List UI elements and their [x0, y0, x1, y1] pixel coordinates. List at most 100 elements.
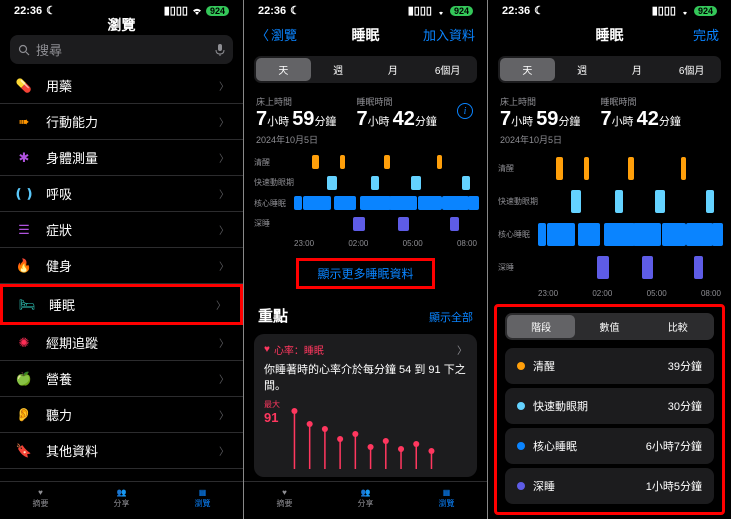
highlights-title: 重點 — [258, 305, 288, 326]
tab-summary[interactable]: ♥摘要 — [277, 488, 293, 509]
list-item-body[interactable]: ✱身體測量〉 — [0, 140, 243, 176]
tab-browse[interactable]: ▦瀏覽 — [195, 488, 211, 509]
stage-label-core: 核心睡眠 — [498, 229, 538, 240]
battery-badge: 924 — [206, 6, 229, 16]
tab-browse[interactable]: ▦瀏覽 — [439, 488, 455, 509]
ear-icon: 👂 — [14, 407, 34, 423]
pill-icon: 💊 — [14, 78, 34, 94]
status-bar: 22:36☾ ▮▯▯▯924 — [244, 0, 487, 19]
list-item-hearing[interactable]: 👂聽力〉 — [0, 397, 243, 433]
dot-icon — [517, 402, 525, 410]
time-range-segment[interactable]: 天 週 月 6個月 — [254, 56, 477, 83]
sleep-time-value: 7小時 42分鐘 — [600, 108, 680, 131]
segment-week[interactable]: 週 — [555, 58, 610, 81]
list-icon: ☰ — [14, 222, 34, 238]
page-title: 睡眠 — [596, 25, 624, 45]
metric-date: 2024年10月5日 — [256, 133, 336, 146]
chevron-right-icon: 〉 — [457, 342, 467, 357]
stage-row-awake[interactable]: 清醒39分鐘 — [505, 348, 714, 384]
tab-share[interactable]: 👥分享 — [358, 488, 374, 509]
info-icon[interactable]: i — [457, 103, 473, 119]
list-item-symptoms[interactable]: ☰症狀〉 — [0, 212, 243, 248]
chevron-right-icon: 〉 — [219, 114, 229, 129]
segment-month[interactable]: 月 — [610, 58, 665, 81]
tab-bar: ♥摘要 👥分享 ▦瀏覽 — [0, 481, 243, 519]
people-icon: 👥 — [361, 488, 371, 497]
stage-label-rem: 快速動眼期 — [254, 177, 294, 188]
chevron-right-icon: 〉 — [219, 150, 229, 165]
done-button[interactable]: 完成 — [693, 25, 719, 44]
stage-value: 39分鐘 — [668, 358, 702, 374]
sleep-time-label: 睡眠時間 — [600, 95, 680, 108]
category-list: 💊用藥〉 ➠行動能力〉 ✱身體測量〉 ❪❫呼吸〉 ☰症狀〉 🔥健身〉 🛏睡眠〉 … — [0, 68, 243, 481]
list-item-respiratory[interactable]: ❪❫呼吸〉 — [0, 176, 243, 212]
chevron-right-icon: 〉 — [219, 335, 229, 350]
search-placeholder: 搜尋 — [36, 40, 62, 59]
tab-summary[interactable]: ♥摘要 — [33, 488, 49, 509]
flame-icon: 🔥 — [14, 258, 34, 274]
list-item-nutrition[interactable]: 🍏營養〉 — [0, 361, 243, 397]
add-data-button[interactable]: 加入資料 — [423, 25, 475, 44]
show-all-link[interactable]: 顯示全部 — [429, 309, 473, 325]
segment-day[interactable]: 天 — [256, 58, 311, 81]
search-input[interactable]: 搜尋 — [10, 35, 233, 64]
signal-icon: ▮▯▯▯ — [408, 4, 432, 17]
segment-6month[interactable]: 6個月 — [664, 58, 719, 81]
heart-icon: ♥ — [38, 488, 43, 497]
stage-label-deep: 深睡 — [254, 218, 294, 229]
sleep-time-value: 7小時 42分鐘 — [356, 108, 436, 131]
stage-row-rem[interactable]: 快速動眼期30分鐘 — [505, 388, 714, 424]
tab-bar: ♥摘要 👥分享 ▦瀏覽 — [244, 481, 487, 519]
flame-icon: ➠ — [14, 114, 34, 130]
time-range-segment[interactable]: 天 週 月 6個月 — [498, 56, 721, 83]
wifi-icon — [191, 6, 203, 15]
list-item-fitness[interactable]: 🔥健身〉 — [0, 248, 243, 284]
moon-icon: ☾ — [534, 4, 544, 17]
segment-week[interactable]: 週 — [311, 58, 366, 81]
body-icon: ✱ — [14, 150, 34, 166]
segment-month[interactable]: 月 — [366, 58, 421, 81]
stage-row-deep[interactable]: 深睡1小時5分鐘 — [505, 468, 714, 504]
tab-share[interactable]: 👥分享 — [114, 488, 130, 509]
sleep-chart[interactable]: 清醒 快速動眼期 核心睡眠 深睡 23:00 02:00 05:00 08:00 — [244, 152, 487, 250]
detail-tab-stages[interactable]: 階段 — [507, 315, 575, 338]
list-item-other[interactable]: 🔖其他資料〉 — [0, 433, 243, 469]
chevron-right-icon: 〉 — [216, 297, 226, 312]
wifi-icon — [679, 6, 691, 15]
chevron-right-icon: 〉 — [219, 407, 229, 422]
bed-time-label: 床上時間 — [256, 95, 336, 108]
heart-icon: ♥ — [264, 344, 270, 355]
chevron-right-icon: 〉 — [219, 443, 229, 458]
list-item-cycle[interactable]: ✺經期追蹤〉 — [0, 325, 243, 361]
battery-badge: 924 — [450, 6, 473, 16]
bed-icon: 🛏 — [17, 297, 37, 313]
dot-icon — [517, 362, 525, 370]
list-item-mobility[interactable]: ➠行動能力〉 — [0, 104, 243, 140]
stage-label-awake: 清醒 — [254, 157, 294, 168]
sleep-chart[interactable]: 清醒 快速動眼期 核心睡眠 深睡 23:00 02:00 05:00 08:00 — [488, 152, 731, 300]
hr-chart: 最大91 — [264, 399, 467, 469]
show-more-sleep-data[interactable]: 顯示更多睡眠資料 — [244, 250, 487, 297]
moon-icon: ☾ — [46, 4, 56, 17]
stage-row-core[interactable]: 核心睡眠6小時7分鐘 — [505, 428, 714, 464]
list-item-sleep[interactable]: 🛏睡眠〉 — [0, 284, 243, 325]
detail-tab-compare[interactable]: 比較 — [644, 315, 712, 338]
back-button[interactable]: 〈瀏覽 — [256, 25, 297, 44]
stage-label-core: 核心睡眠 — [254, 198, 294, 209]
signal-icon: ▮▯▯▯ — [164, 4, 188, 17]
screen-browse: 22:36☾ ▮▯▯▯ 924 瀏覽 搜尋 💊用藥〉 ➠行動能力〉 ✱身體測量〉… — [0, 0, 243, 519]
stage-value: 30分鐘 — [668, 398, 702, 414]
detail-tab-values[interactable]: 數值 — [575, 315, 643, 338]
status-time: 22:36 — [14, 5, 42, 17]
sleep-time-label: 睡眠時間 — [356, 95, 436, 108]
stage-label-awake: 清醒 — [498, 163, 538, 174]
mic-icon[interactable] — [215, 43, 225, 57]
list-item-medication[interactable]: 💊用藥〉 — [0, 68, 243, 104]
segment-6month[interactable]: 6個月 — [420, 58, 475, 81]
heart-rate-card[interactable]: ♥心率：睡眠 〉 你睡著時的心率介於每分鐘 54 到 91 下之間。 最大91 — [254, 334, 477, 477]
bed-time-value: 7小時 59分鐘 — [500, 108, 580, 131]
bed-time-label: 床上時間 — [500, 95, 580, 108]
chevron-right-icon: 〉 — [219, 222, 229, 237]
detail-tab-segment[interactable]: 階段 數值 比較 — [505, 313, 714, 340]
segment-day[interactable]: 天 — [500, 58, 555, 81]
